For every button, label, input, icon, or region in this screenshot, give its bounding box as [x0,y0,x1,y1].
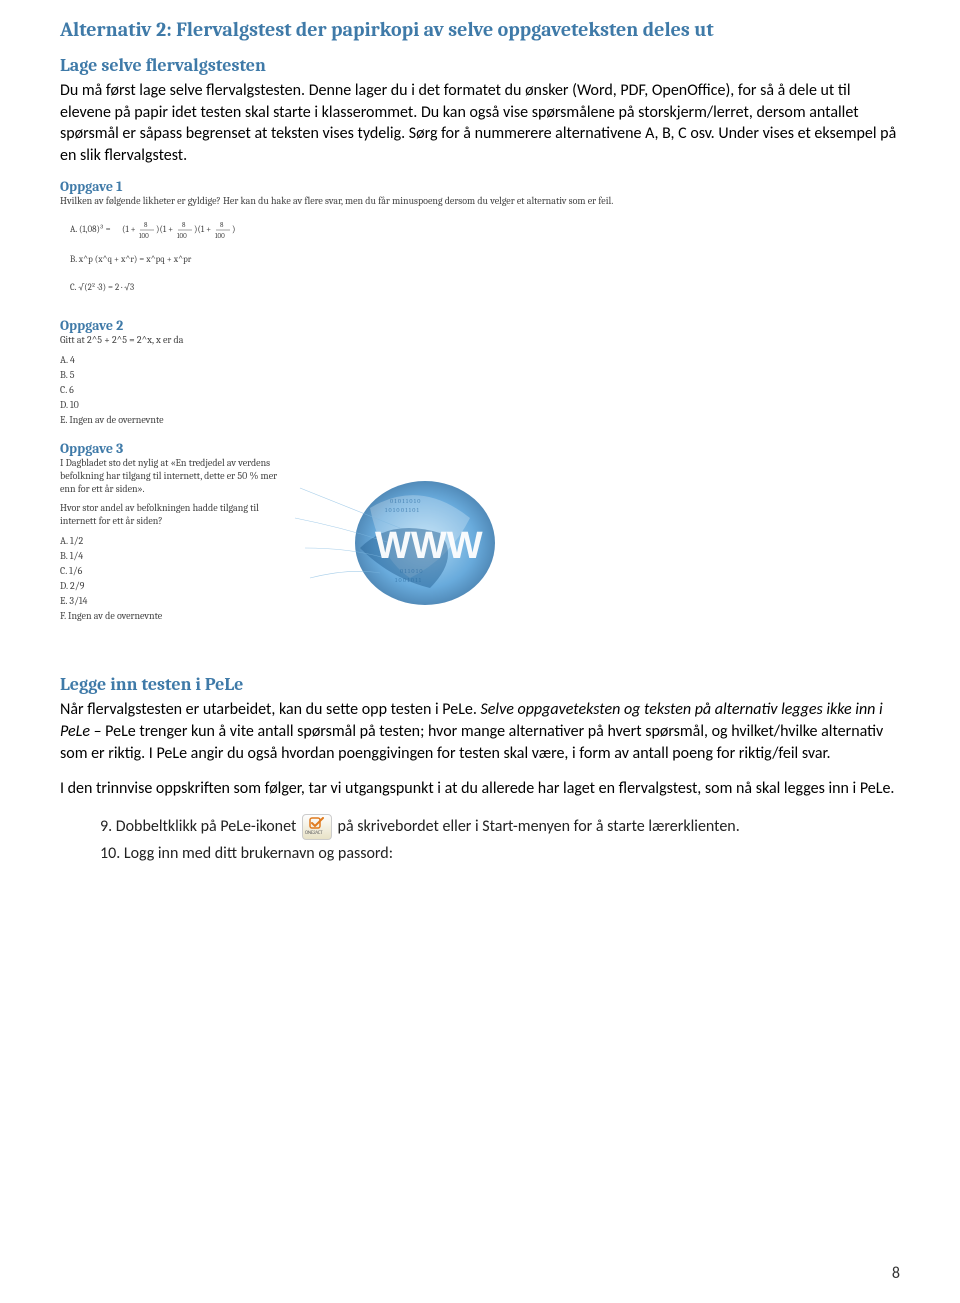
svg-text:100: 100 [177,232,187,240]
oppgave1-formulas-icon: A. (1,08)³ = (1 + 8 100 )(1 + 8 100 )(1 … [60,214,340,300]
section2-paragraph1: Når flervalgstesten er utarbeidet, kan d… [60,699,900,764]
oppgave2-option-a: A. 4 [60,353,620,368]
steps-list: 9. Dobbeltklikk på PeLe-ikonet ONE2ACT p… [100,814,900,866]
page-title: Alternativ 2: Flervalgstest der papirkop… [60,18,900,41]
svg-text:)(1 +: )(1 + [194,225,211,235]
svg-text:1 0 1 0 0 1 1 0 1: 1 0 1 0 0 1 1 0 1 [385,507,420,514]
svg-text:100: 100 [215,232,225,240]
page-number: 8 [892,1264,900,1283]
svg-text:100: 100 [139,232,149,240]
oppgave2-title: Oppgave 2 [60,317,620,334]
svg-text:8: 8 [144,221,148,229]
svg-text:B. x^p (x^q + x^r) = x^pq + x: B. x^p (x^q + x^r) = x^pq + x^pr [70,255,192,265]
oppgave2-option-c: C. 6 [60,383,620,398]
svg-text:1 0 0 1 0 1 1: 1 0 0 1 0 1 1 [395,577,422,584]
section1-paragraph: Du må først lage selve flervalgstesten. … [60,80,900,166]
section2-paragraph2: I den trinnvise oppskriften som følger, … [60,778,900,800]
oppgave3-text1: I Dagbladet sto det nylig at «En tredjed… [60,457,280,496]
oppgave1-options: A. (1,08)³ = (1 + 8 100 )(1 + 8 100 )(1 … [60,214,620,305]
svg-text:A. (1,08)³ =: A. (1,08)³ = [70,225,111,235]
svg-text:): ) [232,225,235,235]
svg-text:WWW: WWW [375,525,483,567]
pele-icon-label: ONE2ACT [305,830,322,838]
oppgave3-text2: Hvor stor andel av befolkningen hadde ti… [60,502,280,528]
oppgave2-option-e: E. Ingen av de overnevnte [60,413,620,428]
oppgave2-option-d: D. 10 [60,398,620,413]
svg-text:C. √(2² ·3) = 2 · √3: C. √(2² ·3) = 2 · √3 [70,283,134,293]
section2-p1a: Når flervalgstesten er utarbeidet, kan d… [60,700,481,719]
section2-p1c: – PeLe trenger kun å vite antall spørsmå… [60,722,883,763]
oppgave2-option-b: B. 5 [60,368,620,383]
svg-text:8: 8 [220,221,224,229]
svg-text:8: 8 [182,221,186,229]
example-quiz-screenshot: Oppgave 1 Hvilken av følgende likheter e… [60,178,620,624]
svg-text:(1 +: (1 + [122,225,136,235]
svg-text:0 1 1 0 1 0: 0 1 1 0 1 0 [400,568,422,575]
step-9: 9. Dobbeltklikk på PeLe-ikonet ONE2ACT p… [100,814,900,840]
oppgave2-text: Gitt at 2^5 + 2^5 = 2^x, x er da [60,334,620,347]
oppgave1-text: Hvilken av følgende likheter er gyldige?… [60,195,620,208]
oppgave1-title: Oppgave 1 [60,178,620,195]
www-globe-icon: WWW 0 1 0 1 1 0 1 0 1 0 1 0 0 1 1 0 1 0 … [290,448,500,628]
section-heading-1: Lage selve flervalgstesten [60,55,900,76]
section-heading-2: Legge inn testen i PeLe [60,674,900,695]
step-10: 10. Logg inn med ditt brukernavn og pass… [100,842,900,866]
svg-text:)(1 +: )(1 + [156,225,173,235]
svg-text:0 1 0 1 1 0 1 0: 0 1 0 1 1 0 1 0 [390,498,420,505]
step-9a-text: 9. Dobbeltklikk på PeLe-ikonet [100,817,296,836]
step-9b-text: på skrivebordet eller i Start-menyen for… [338,817,740,836]
pele-icon: ONE2ACT [302,814,332,840]
